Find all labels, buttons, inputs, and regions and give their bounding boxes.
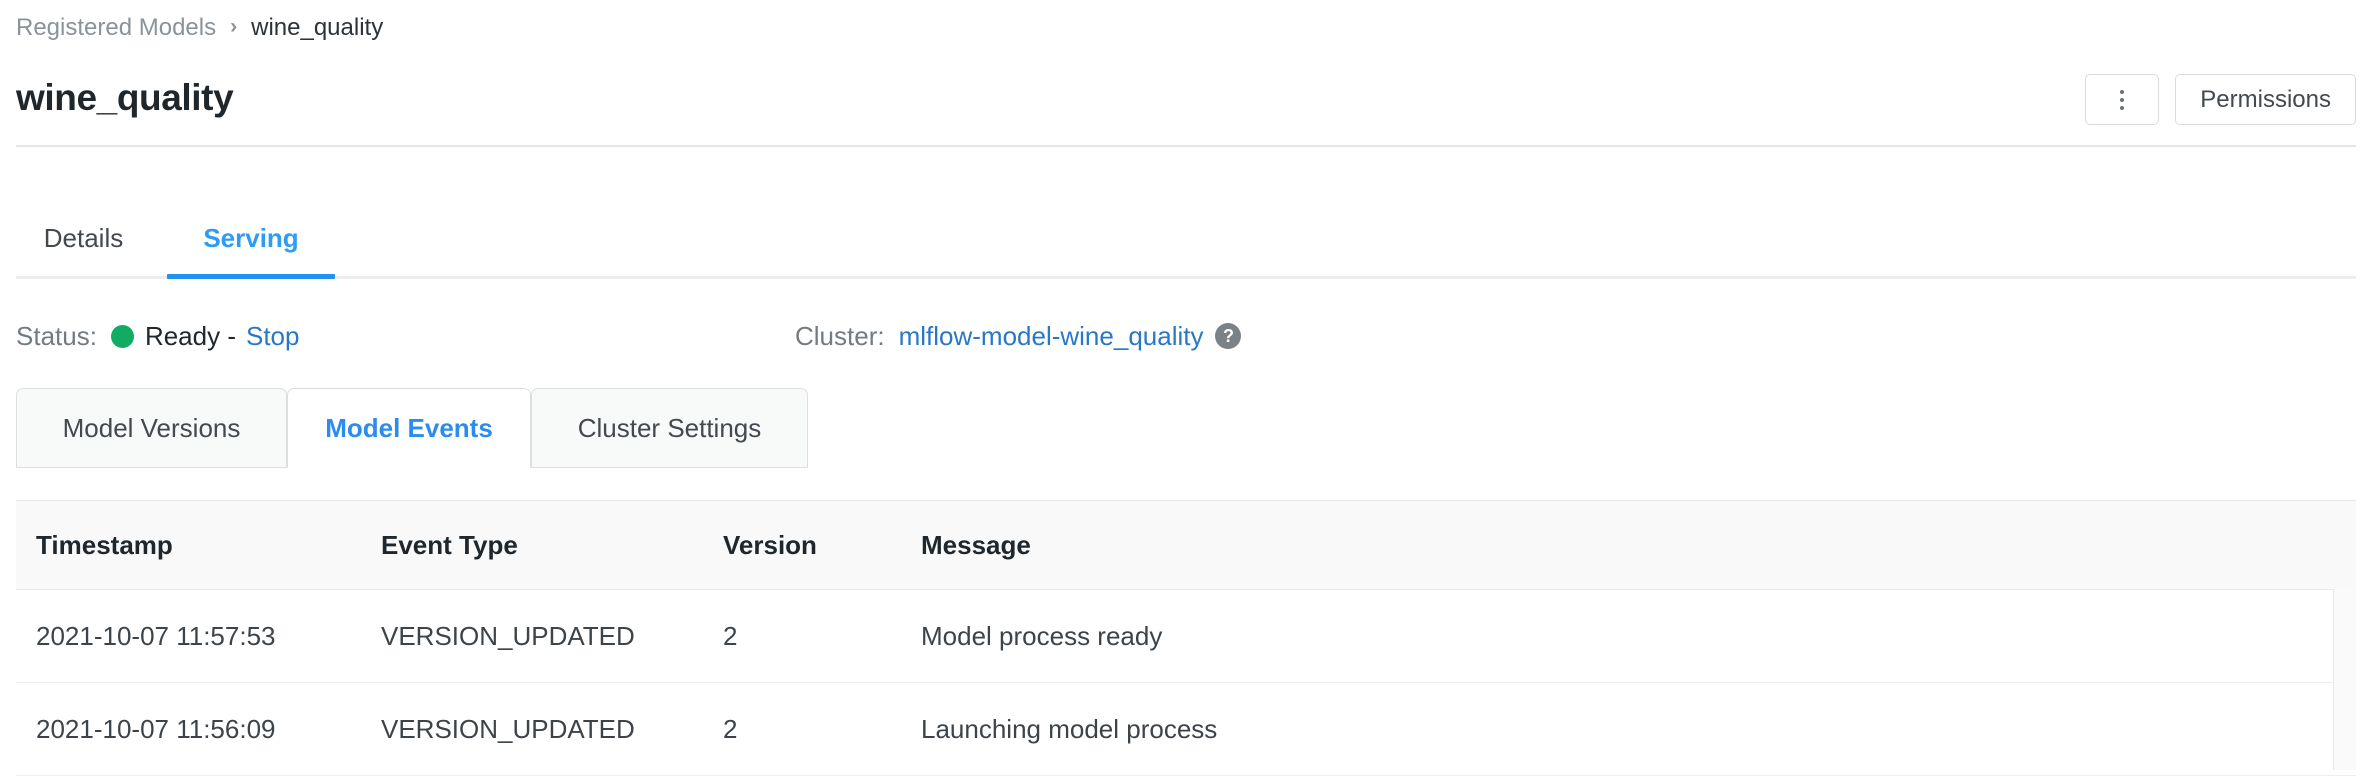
cluster-name-link[interactable]: mlflow-model-wine_quality — [899, 321, 1204, 352]
main-tabs-rule — [16, 276, 2356, 279]
breadcrumb: Registered Models › wine_quality — [16, 12, 383, 44]
subtab-model-versions[interactable]: Model Versions — [16, 388, 287, 468]
cell-message: Launching model process — [921, 683, 1217, 775]
tab-serving-active-indicator — [167, 274, 335, 279]
table-row[interactable]: 2021-10-07 11:57:53 VERSION_UPDATED 2 Mo… — [16, 590, 2356, 683]
tab-details[interactable]: Details — [16, 200, 151, 276]
cluster-label: Cluster: — [795, 321, 885, 352]
cell-event-type: VERSION_UPDATED — [381, 683, 635, 775]
page-header: wine_quality Permissions — [0, 66, 2372, 130]
main-tabs: Details Serving — [0, 200, 2372, 282]
permissions-button[interactable]: Permissions — [2175, 74, 2356, 125]
cell-version: 2 — [723, 590, 737, 682]
page-title: wine_quality — [16, 66, 233, 130]
table-row[interactable]: 2021-10-07 11:56:09 VERSION_UPDATED 2 La… — [16, 683, 2356, 776]
table-header-row: Timestamp Event Type Version Message — [16, 500, 2356, 590]
cell-timestamp: 2021-10-07 11:56:09 — [36, 683, 276, 775]
subtab-cluster-settings[interactable]: Cluster Settings — [531, 388, 808, 468]
status-ready-dot-icon — [111, 325, 134, 348]
page-header-actions: Permissions — [2085, 74, 2356, 125]
cell-version: 2 — [723, 683, 737, 775]
stop-serving-link[interactable]: Stop — [246, 321, 300, 352]
cell-event-type: VERSION_UPDATED — [381, 590, 635, 682]
cluster-group: Cluster: mlflow-model-wine_quality ? — [795, 312, 1241, 360]
column-header-message[interactable]: Message — [921, 501, 1031, 589]
status-group: Status: Ready - Stop — [16, 312, 299, 360]
column-header-timestamp[interactable]: Timestamp — [36, 501, 173, 589]
serving-status-line: Status: Ready - Stop Cluster: mlflow-mod… — [0, 312, 2372, 360]
model-events-table: Timestamp Event Type Version Message 202… — [16, 500, 2356, 770]
status-value: Ready - — [145, 321, 236, 352]
status-label: Status: — [16, 321, 97, 352]
breadcrumb-current-wine-quality: wine_quality — [251, 12, 383, 44]
question-mark-icon[interactable]: ? — [1215, 323, 1241, 349]
column-header-event-type[interactable]: Event Type — [381, 501, 518, 589]
overflow-menu-button[interactable] — [2085, 74, 2159, 125]
subtab-model-events[interactable]: Model Events — [287, 388, 531, 468]
kebab-menu-icon — [2120, 75, 2124, 124]
cell-timestamp: 2021-10-07 11:57:53 — [36, 590, 276, 682]
table-vertical-scrollbar[interactable] — [2333, 589, 2356, 770]
breadcrumb-separator-icon: › — [230, 11, 237, 43]
breadcrumb-link-registered-models[interactable]: Registered Models — [16, 12, 216, 44]
tab-serving[interactable]: Serving — [167, 200, 335, 276]
column-header-version[interactable]: Version — [723, 501, 817, 589]
header-divider — [16, 145, 2356, 147]
table-body: 2021-10-07 11:57:53 VERSION_UPDATED 2 Mo… — [16, 590, 2356, 776]
cell-message: Model process ready — [921, 590, 1162, 682]
